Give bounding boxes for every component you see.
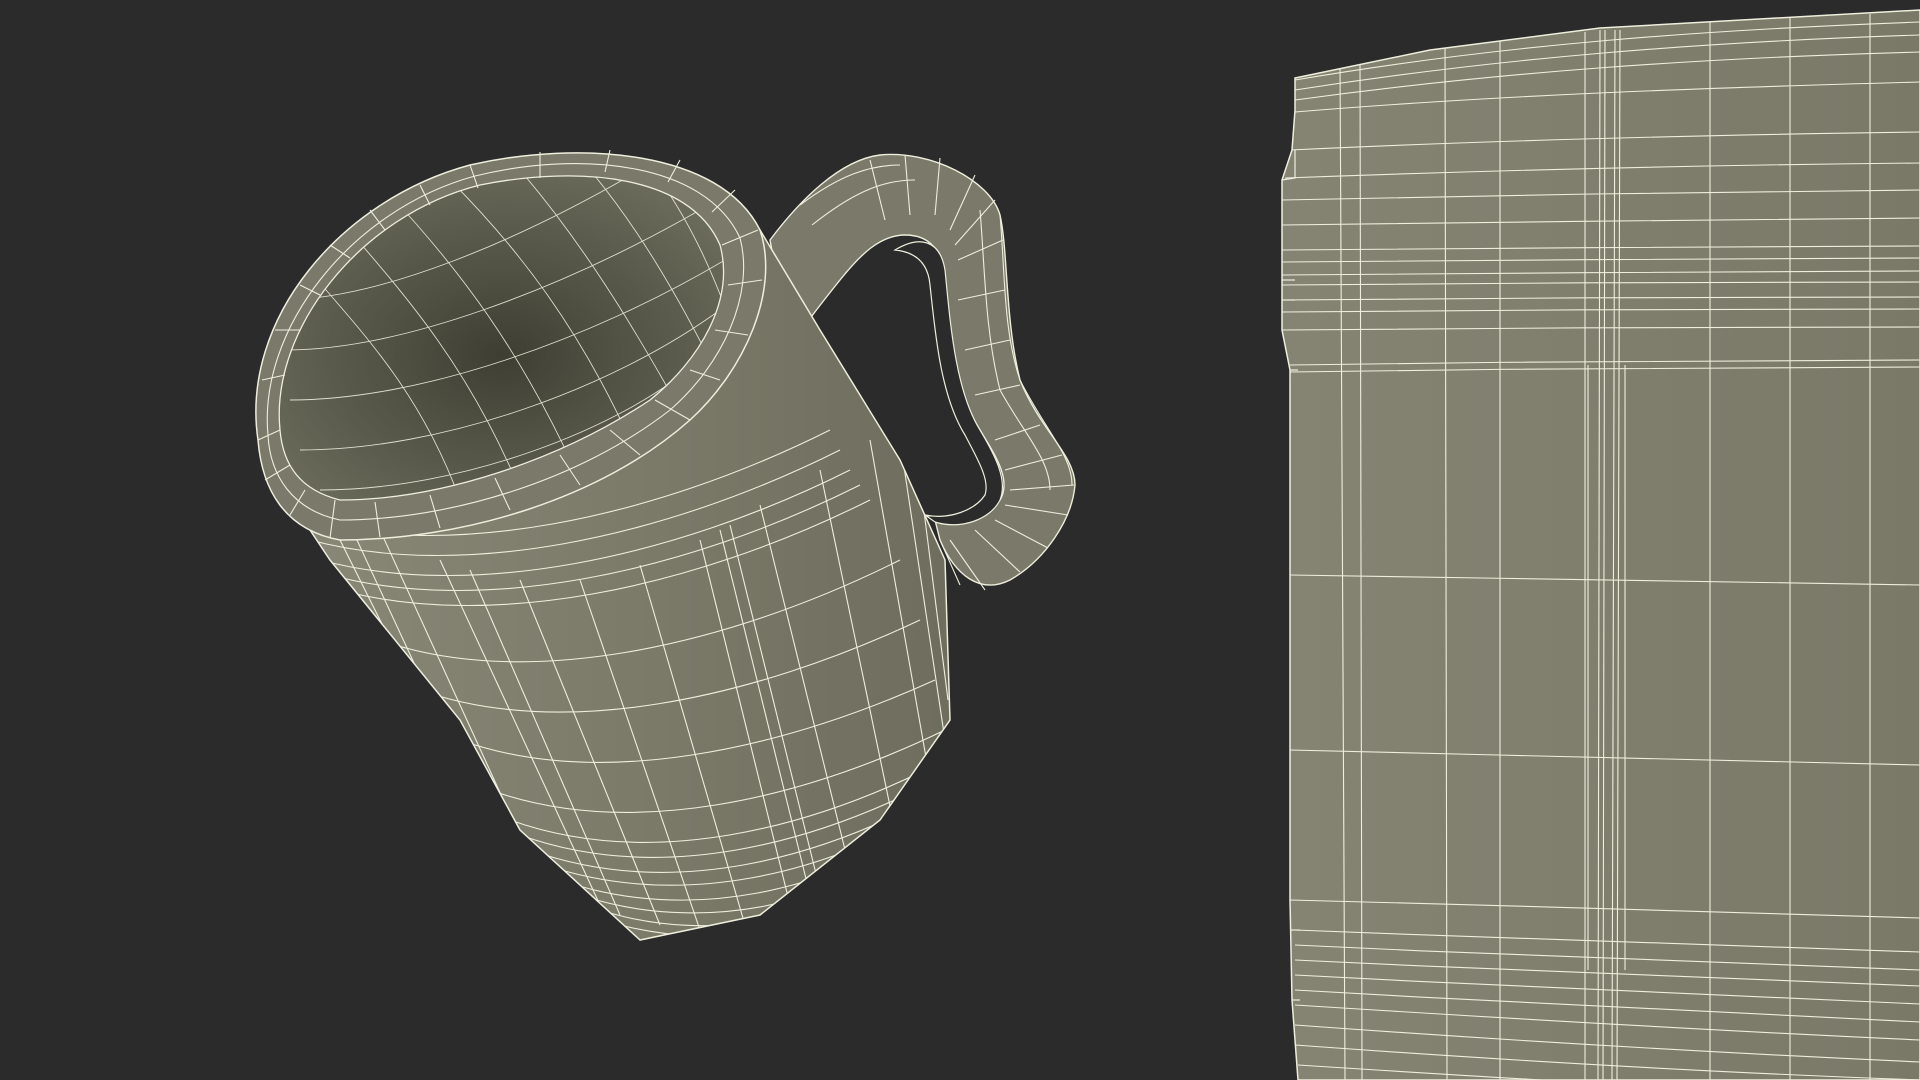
wireframe-render: [255, 9, 1920, 1080]
render-viewport: [0, 0, 1920, 1080]
mug-object: [255, 149, 1076, 941]
closeup-object: [1281, 9, 1920, 1080]
